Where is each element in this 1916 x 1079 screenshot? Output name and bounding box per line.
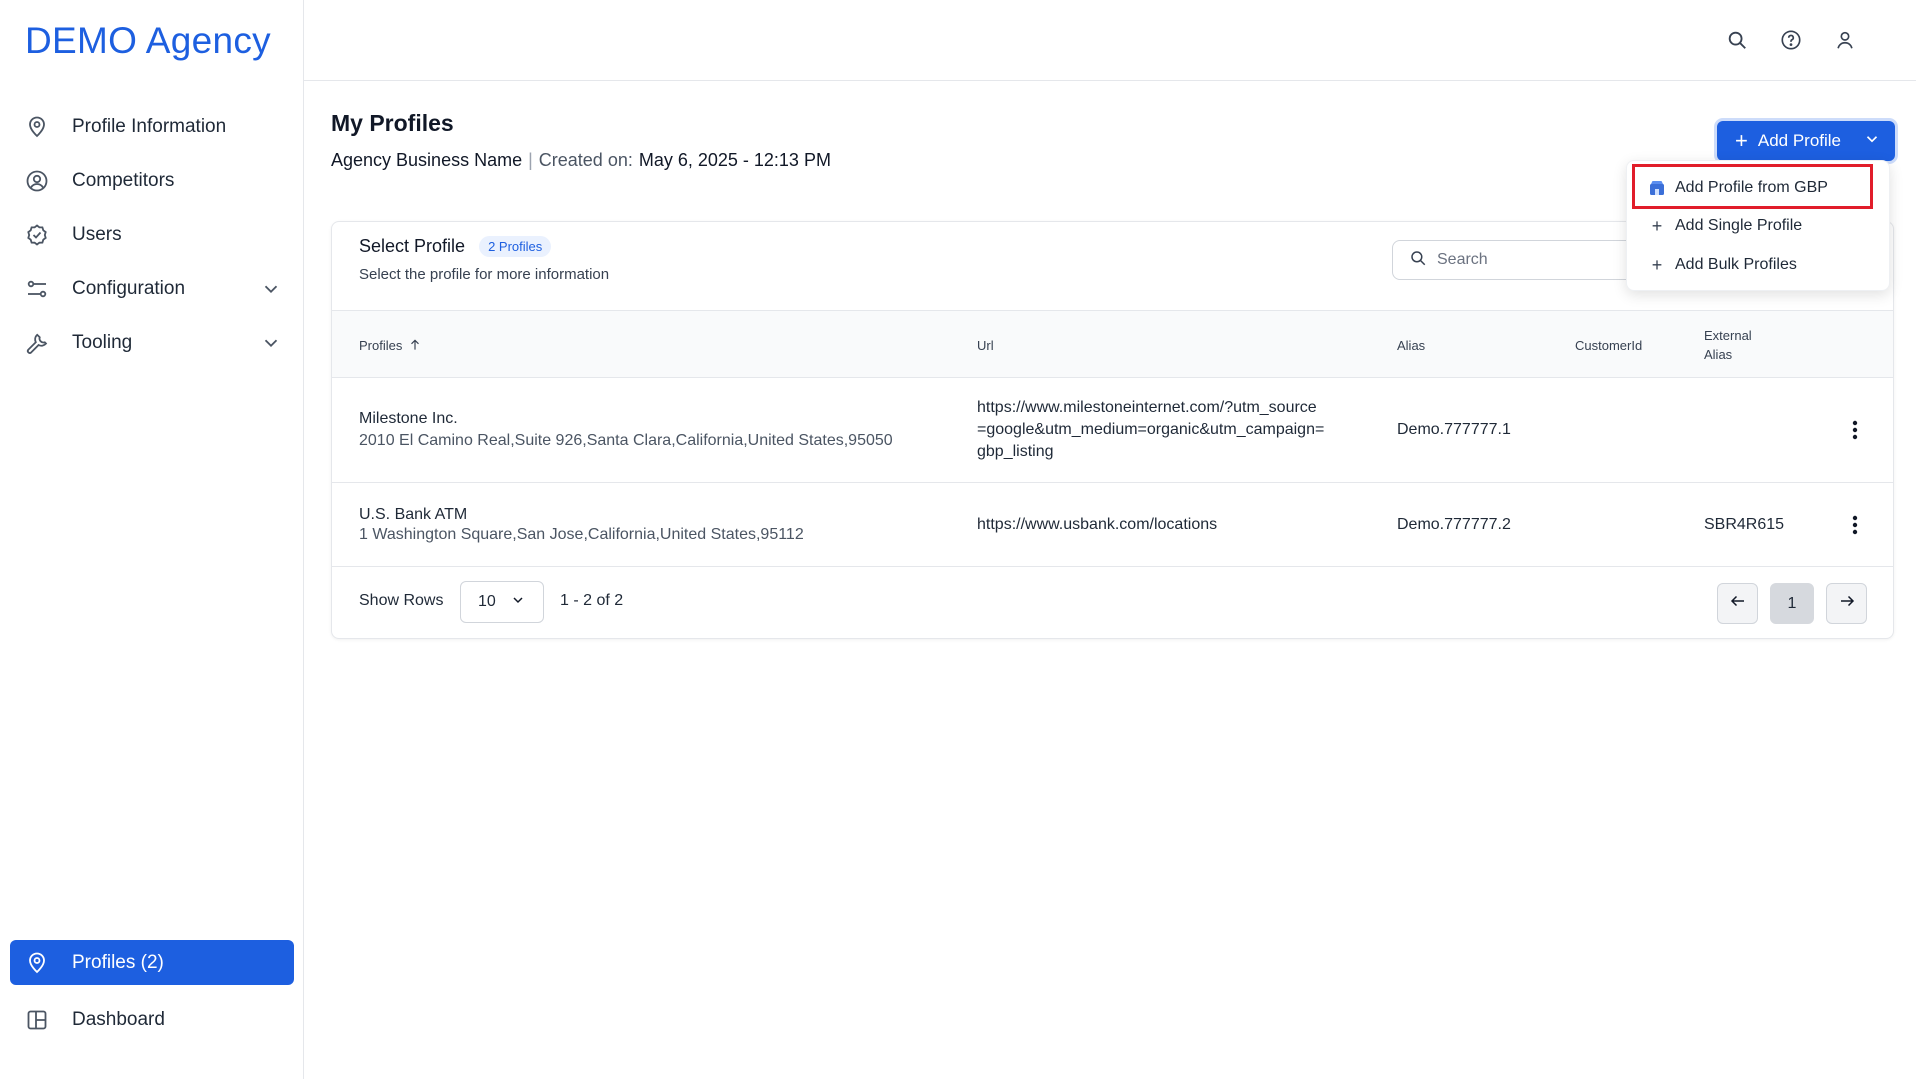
profiles-count-badge: 2 Profiles <box>479 236 552 257</box>
sidebar-item-label: Profile Information <box>72 116 227 137</box>
pagination-range: 1 - 2 of 2 <box>560 592 624 609</box>
prev-page-button[interactable] <box>1717 583 1758 624</box>
arrow-up-icon <box>408 338 422 352</box>
table-row[interactable]: Milestone Inc. 2010 El Camino Real,Suite… <box>332 378 1893 483</box>
column-header-url: Url <box>977 337 994 353</box>
column-label: Alias <box>1704 347 1733 362</box>
map-pin-icon <box>24 950 50 976</box>
page-button-current[interactable]: 1 <box>1770 583 1814 624</box>
profile-name: Milestone Inc. <box>359 410 458 427</box>
url-cell: https://www.milestoneinternet.com/?utm_s… <box>977 378 1324 482</box>
sidebar-item-label: Dashboard <box>72 1009 165 1030</box>
column-header-profiles[interactable]: Profiles <box>359 311 422 379</box>
sidebar-item-label: Profiles (2) <box>72 951 164 973</box>
top-icons <box>1724 27 1858 53</box>
sidebar-item-profiles[interactable]: Profiles (2) <box>10 940 294 985</box>
sidebar-item-label: Tooling <box>72 332 133 353</box>
highlight-box <box>1632 164 1873 209</box>
help-icon[interactable] <box>1778 27 1804 53</box>
sidebar-bottom-nav: Profiles (2) Dashboard <box>10 940 294 1047</box>
search-box[interactable] <box>1392 240 1642 280</box>
sidebar-item-competitors[interactable]: Competitors <box>10 154 294 208</box>
sidebar-item-label: Users <box>72 224 122 245</box>
chevron-down-icon <box>1863 130 1881 153</box>
created-label: Created on: <box>538 150 633 170</box>
menu-item-add-single-profile[interactable]: + Add Single Profile <box>1649 211 1802 241</box>
plus-icon: + <box>1651 254 1663 275</box>
sidebar-item-label: Configuration <box>72 278 186 299</box>
page-subtitle: Agency Business Name | Created on: May 6… <box>331 150 831 171</box>
user-icon[interactable] <box>1832 27 1858 53</box>
column-label: Profiles <box>359 337 403 353</box>
url-line: https://www.milestoneinternet.com/?utm_s… <box>977 399 1317 416</box>
separator: | <box>528 150 533 170</box>
url-cell: https://www.usbank.com/locations <box>977 483 1217 566</box>
search-icon <box>1409 249 1427 272</box>
rows-per-page-value: 10 <box>478 593 496 610</box>
more-vertical-icon[interactable] <box>1843 418 1867 442</box>
alias-cell: Demo.777777.2 <box>1397 515 1511 533</box>
chevron-down-icon <box>510 592 526 613</box>
brand-logo: DEMO Agency <box>25 20 271 61</box>
rows-per-page-select[interactable]: 10 <box>460 581 544 623</box>
url-line: https://www.usbank.com/locations <box>977 515 1218 533</box>
profile-address: 1 Washington Square,San Jose,California,… <box>359 525 804 543</box>
external-alias-cell: SBR4R615 <box>1704 515 1785 533</box>
add-profile-label: Add Profile <box>1757 131 1842 150</box>
add-profile-button[interactable]: + Add Profile <box>1717 121 1895 161</box>
url-line: =google&utm_medium=organic&utm_campaign= <box>977 421 1325 438</box>
sidebar-item-label: Competitors <box>72 170 175 191</box>
table-row[interactable]: U.S. Bank ATM 1 Washington Square,San Jo… <box>332 483 1893 567</box>
menu-item-label: Add Single Profile <box>1675 217 1803 234</box>
column-header-customer-id: CustomerId <box>1575 337 1643 353</box>
show-rows-label: Show Rows <box>359 592 444 609</box>
alias-cell: Demo.777777.1 <box>1397 421 1511 438</box>
profile-cell: U.S. Bank ATM 1 Washington Square,San Jo… <box>359 483 804 566</box>
sidebar-nav: Profile Information Competitors Users Co… <box>10 100 294 370</box>
plus-icon: + <box>1651 215 1663 236</box>
profile-name: U.S. Bank ATM <box>359 505 468 523</box>
url-line: gbp_listing <box>977 443 1054 460</box>
profile-cell: Milestone Inc. 2010 El Camino Real,Suite… <box>359 378 893 482</box>
created-value: May 6, 2025 - 12:13 PM <box>638 150 831 170</box>
column-header-alias: Alias <box>1397 337 1426 353</box>
wrench-icon <box>24 330 50 356</box>
check-badge-icon <box>24 222 50 248</box>
column-label: External <box>1704 328 1752 343</box>
table-footer: Show Rows 10 1 - 2 of 2 1 <box>332 567 1893 639</box>
search-icon[interactable] <box>1724 27 1750 53</box>
sidebar-item-dashboard[interactable]: Dashboard <box>10 993 294 1047</box>
sidebar-item-tooling[interactable]: Tooling <box>10 316 294 370</box>
more-vertical-icon[interactable] <box>1843 513 1867 537</box>
user-circle-icon <box>24 168 50 194</box>
sidebar-item-configuration[interactable]: Configuration <box>10 262 294 316</box>
chevron-down-icon[interactable] <box>260 332 282 354</box>
card-title-text: Select Profile <box>359 236 466 256</box>
card-description: Select the profile for more information <box>359 266 610 283</box>
column-header-external-alias: External Alias <box>1704 311 1752 379</box>
layout-icon <box>24 1007 50 1033</box>
page-title: My Profiles <box>331 110 454 136</box>
search-input[interactable] <box>1437 251 1617 269</box>
table-header: Profiles Url Alias CustomerId External A… <box>332 310 1893 378</box>
sidebar-item-users[interactable]: Users <box>10 208 294 262</box>
next-page-button[interactable] <box>1826 583 1867 624</box>
arrow-right-icon <box>1838 592 1856 615</box>
sidebar: DEMO Agency Profile Information Competit… <box>0 0 304 1079</box>
menu-item-label: Add Bulk Profiles <box>1675 256 1797 273</box>
menu-item-add-bulk-profiles[interactable]: + Add Bulk Profiles <box>1649 250 1797 280</box>
plus-icon: + <box>1735 128 1748 153</box>
sliders-icon <box>24 276 50 302</box>
business-name: Agency Business Name <box>331 150 523 170</box>
top-bar <box>304 0 1916 81</box>
chevron-down-icon[interactable] <box>260 278 282 300</box>
profile-address: 2010 El Camino Real,Suite 926,Santa Clar… <box>359 432 893 449</box>
pagination: 1 <box>1717 583 1867 624</box>
sidebar-item-profile-information[interactable]: Profile Information <box>10 100 294 154</box>
map-pin-icon <box>24 114 50 140</box>
card-title: Select Profile 2 Profiles <box>359 236 552 257</box>
arrow-left-icon <box>1729 592 1747 615</box>
